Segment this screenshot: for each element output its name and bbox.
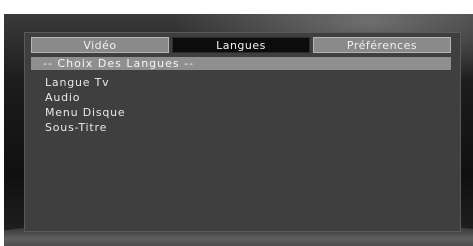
tab-video[interactable]: Vidéo bbox=[31, 37, 169, 53]
settings-panel: Vidéo Langues Préférences -- Choix Des L… bbox=[24, 32, 461, 232]
menu-list: Langue Tv Audio Menu Disque Sous-Titre bbox=[45, 75, 125, 135]
menu-item-sous-titre[interactable]: Sous-Titre bbox=[45, 120, 125, 135]
tab-langues[interactable]: Langues bbox=[172, 37, 310, 53]
menu-item-langue-tv[interactable]: Langue Tv bbox=[45, 75, 125, 90]
tab-bar: Vidéo Langues Préférences bbox=[31, 37, 451, 53]
menu-item-menu-disque[interactable]: Menu Disque bbox=[45, 105, 125, 120]
tv-screen: Vidéo Langues Préférences -- Choix Des L… bbox=[4, 14, 473, 246]
tab-preferences[interactable]: Préférences bbox=[313, 37, 451, 53]
menu-header: -- Choix Des Langues -- bbox=[31, 57, 451, 70]
menu-item-audio[interactable]: Audio bbox=[45, 90, 125, 105]
